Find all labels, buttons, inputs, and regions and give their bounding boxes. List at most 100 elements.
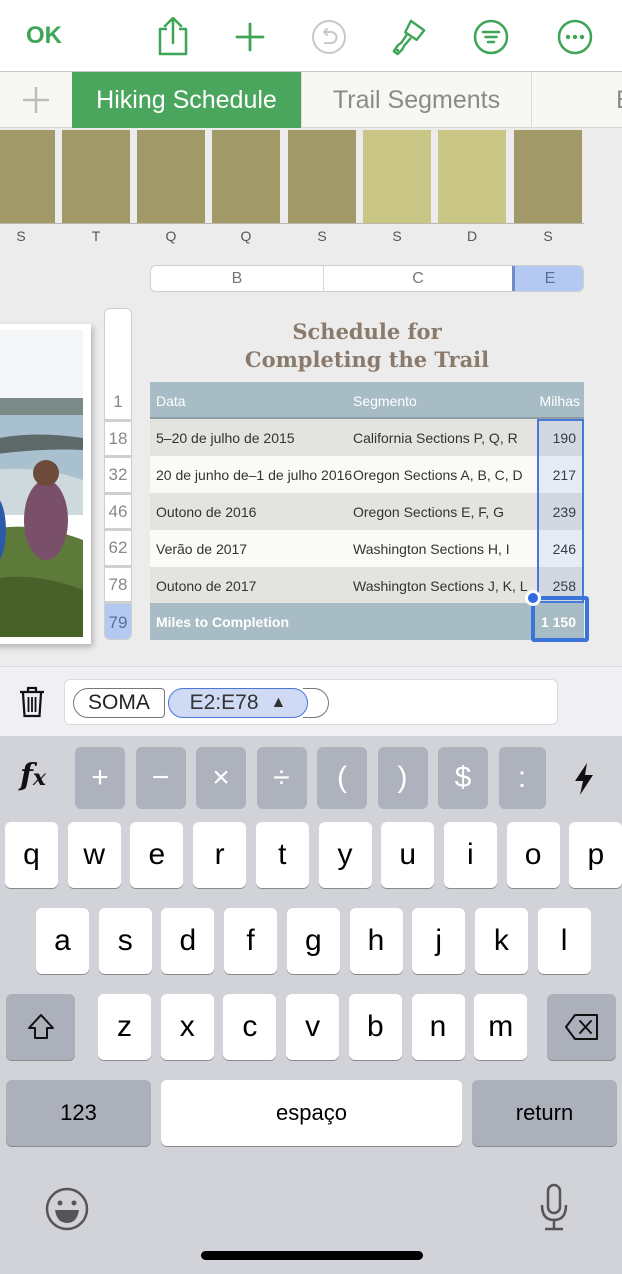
key-x[interactable]: x <box>160 994 214 1060</box>
chart-bar[interactable] <box>288 130 356 223</box>
key-h[interactable]: h <box>349 908 403 974</box>
chart-bar[interactable] <box>438 130 506 223</box>
microphone-icon[interactable] <box>538 1183 570 1238</box>
key-z[interactable]: z <box>98 994 151 1060</box>
chart-bar-label: Q <box>165 228 177 244</box>
chart-bar[interactable] <box>212 130 280 223</box>
key-o[interactable]: o <box>506 822 560 888</box>
tab-trail-segments[interactable]: Trail Segments <box>302 72 532 128</box>
function-token[interactable]: SOMA <box>73 688 165 718</box>
key-b[interactable]: b <box>348 994 402 1060</box>
selected-cell-outline <box>531 596 589 642</box>
row-header-78[interactable]: 78 <box>105 565 131 601</box>
row-header-46[interactable]: 46 <box>105 492 131 528</box>
operator-key[interactable]: − <box>135 747 186 809</box>
tab-partial[interactable]: E <box>532 72 622 128</box>
row-header-18[interactable]: 18 <box>105 419 131 455</box>
chart-bar[interactable] <box>137 130 205 223</box>
add-sheet-button[interactable] <box>0 72 72 128</box>
cell-segment[interactable]: Oregon Sections A, B, C, D <box>353 456 523 493</box>
column-header-c[interactable]: C <box>324 266 512 291</box>
chart-bar[interactable] <box>514 130 582 223</box>
return-key[interactable]: return <box>472 1080 617 1146</box>
key-m[interactable]: m <box>474 994 528 1060</box>
filter-icon[interactable] <box>472 18 510 56</box>
column-header-e[interactable]: E <box>512 266 583 291</box>
fx-icon[interactable]: fx <box>20 758 46 793</box>
key-t[interactable]: t <box>255 822 309 888</box>
trash-icon[interactable] <box>18 685 46 719</box>
cell-segment[interactable]: Washington Sections J, K, L <box>353 567 528 604</box>
key-v[interactable]: v <box>286 994 340 1060</box>
range-token[interactable]: E2:E78 ▲ <box>168 688 308 718</box>
cell-date[interactable]: Outono de 2017 <box>156 567 256 604</box>
header-data[interactable]: Data <box>156 382 186 419</box>
header-milhas[interactable]: Milhas <box>540 382 580 419</box>
key-n[interactable]: n <box>411 994 465 1060</box>
footer-label[interactable]: Miles to Completion <box>156 603 289 640</box>
row-header-79[interactable]: 79 <box>105 601 131 639</box>
operator-key[interactable]: × <box>196 747 246 809</box>
key-c[interactable]: c <box>223 994 277 1060</box>
cell-date[interactable]: Outono de 2016 <box>156 493 256 530</box>
add-icon[interactable] <box>231 18 269 56</box>
formula-input[interactable]: SOMA E2:E78 ▲ <box>64 679 558 725</box>
table-title: Schedule for Completing the Trail <box>150 318 584 374</box>
cell-date[interactable]: 5–20 de julho de 2015 <box>156 419 295 456</box>
key-q[interactable]: q <box>5 822 58 888</box>
key-u[interactable]: u <box>381 822 435 888</box>
key-p[interactable]: p <box>569 822 622 888</box>
operator-key[interactable]: : <box>498 747 546 809</box>
key-j[interactable]: j <box>412 908 466 974</box>
table-row: Verão de 2017 Washington Sections H, I 246 <box>150 530 584 567</box>
header-segmento[interactable]: Segmento <box>353 382 417 419</box>
operator-key[interactable]: $ <box>438 747 488 809</box>
lightning-icon[interactable] <box>572 762 596 801</box>
undo-icon[interactable] <box>310 18 348 56</box>
key-e[interactable]: e <box>130 822 184 888</box>
keyboard: fx + − × ÷() $: qwertyuiop asdfghjkl zxcvbnm… <box>0 736 622 1274</box>
column-header-b[interactable]: B <box>151 266 324 291</box>
selection-handle[interactable] <box>525 590 541 606</box>
operator-key[interactable]: ÷ <box>256 747 307 809</box>
cell-date[interactable]: Verão de 2017 <box>156 530 247 567</box>
chart-bar[interactable] <box>363 130 431 223</box>
more-icon[interactable] <box>556 18 594 56</box>
row-header-1[interactable]: 1 <box>105 384 131 420</box>
key-s[interactable]: s <box>98 908 152 974</box>
cell-segment[interactable]: California Sections P, Q, R <box>353 419 518 456</box>
backspace-key[interactable] <box>547 994 616 1060</box>
emoji-icon[interactable] <box>45 1187 89 1236</box>
key-g[interactable]: g <box>286 908 340 974</box>
key-k[interactable]: k <box>474 908 528 974</box>
key-l[interactable]: l <box>537 908 591 974</box>
operator-key[interactable]: ( <box>317 747 367 809</box>
row-header-spacer <box>105 309 131 384</box>
row-header-62[interactable]: 62 <box>105 528 131 564</box>
cell-date[interactable]: 20 de junho de–1 de julho 2016 <box>156 456 352 493</box>
chart-bar[interactable] <box>0 130 55 223</box>
ok-button[interactable]: OK <box>26 22 62 50</box>
hiking-photo[interactable] <box>0 324 91 644</box>
shift-key[interactable] <box>6 994 75 1060</box>
row-header-32[interactable]: 32 <box>105 455 131 491</box>
range-dropdown-icon[interactable]: ▲ <box>271 694 287 712</box>
key-a[interactable]: a <box>36 908 89 974</box>
cell-segment[interactable]: Oregon Sections E, F, G <box>353 493 504 530</box>
key-r[interactable]: r <box>193 822 247 888</box>
numbers-key[interactable]: 123 <box>6 1080 151 1146</box>
share-icon[interactable] <box>154 17 192 56</box>
chart-bar[interactable] <box>62 130 130 223</box>
key-y[interactable]: y <box>318 822 372 888</box>
key-w[interactable]: w <box>67 822 121 888</box>
tab-hiking-schedule[interactable]: Hiking Schedule <box>72 72 302 128</box>
operator-key[interactable]: ) <box>377 747 428 809</box>
key-i[interactable]: i <box>443 822 497 888</box>
space-key[interactable]: espaço <box>161 1080 462 1146</box>
format-brush-icon[interactable] <box>390 18 428 56</box>
home-indicator[interactable] <box>201 1251 423 1260</box>
key-d[interactable]: d <box>161 908 215 974</box>
cell-segment[interactable]: Washington Sections H, I <box>353 530 510 567</box>
key-f[interactable]: f <box>224 908 278 974</box>
operator-key[interactable]: + <box>75 747 125 809</box>
